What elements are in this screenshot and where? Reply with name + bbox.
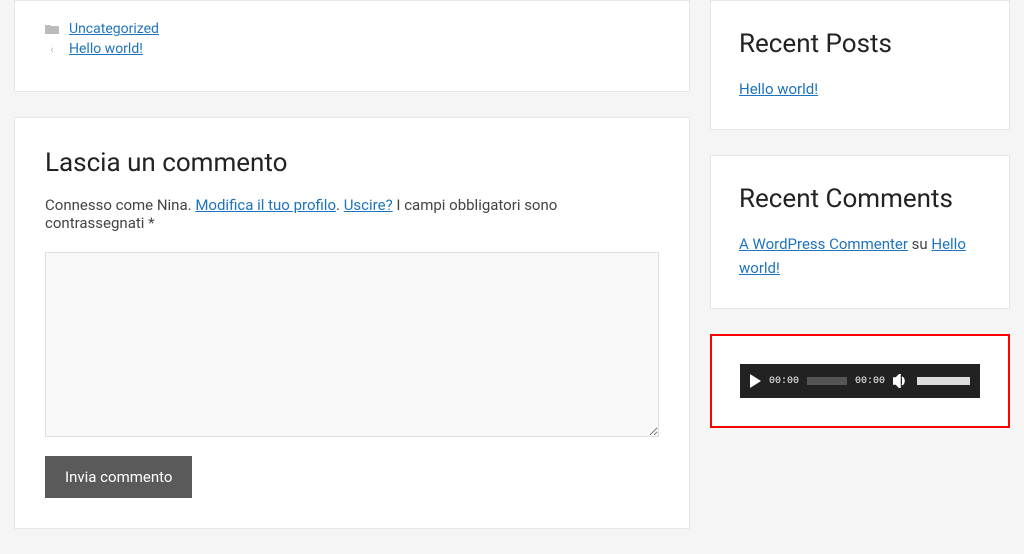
recent-posts-title: Recent Posts	[739, 29, 981, 59]
audio-widget-card: 00:00 00:00	[710, 334, 1010, 428]
audio-current-time: 00:00	[769, 376, 799, 387]
recent-posts-list: Hello world!	[739, 77, 981, 101]
submit-comment-button[interactable]: Invia commento	[45, 456, 192, 498]
logout-link[interactable]: Uscire?	[344, 196, 393, 214]
recent-comments-list: A WordPress Commenter su Hello world!	[739, 232, 981, 280]
comment-form-meta: Connesso come Nina. Modifica il tuo prof…	[45, 196, 659, 232]
category-link[interactable]: Uncategorized	[69, 21, 159, 37]
comment-form-card: Lascia un commento Connesso come Nina. M…	[14, 117, 690, 529]
volume-slider[interactable]	[917, 377, 970, 385]
edit-profile-link[interactable]: Modifica il tuo profilo	[195, 196, 336, 214]
audio-progress-bar[interactable]	[807, 377, 847, 385]
prev-post-row: ‹ Hello world!	[45, 41, 659, 57]
folder-icon	[45, 24, 59, 35]
recent-post-link[interactable]: Hello world!	[739, 80, 818, 98]
post-meta-card: Uncategorized ‹ Hello world!	[14, 0, 690, 92]
recent-comments-card: Recent Comments A WordPress Commenter su…	[710, 155, 1010, 309]
play-button[interactable]	[750, 374, 761, 388]
recent-comments-title: Recent Comments	[739, 184, 981, 214]
mute-button[interactable]	[893, 374, 909, 388]
separator-text: .	[336, 196, 344, 214]
recent-posts-card: Recent Posts Hello world!	[710, 0, 1010, 130]
comment-on-text: su	[908, 235, 931, 253]
chevron-left-icon: ‹	[45, 43, 59, 56]
logged-in-text: Connesso come Nina.	[45, 196, 195, 214]
comment-author-link[interactable]: A WordPress Commenter	[739, 235, 908, 253]
comment-textarea[interactable]	[45, 252, 659, 437]
audio-player: 00:00 00:00	[740, 364, 980, 398]
comment-form-title: Lascia un commento	[45, 148, 659, 178]
audio-duration: 00:00	[855, 376, 885, 387]
category-row: Uncategorized	[45, 21, 659, 37]
prev-post-link[interactable]: Hello world!	[69, 41, 143, 57]
